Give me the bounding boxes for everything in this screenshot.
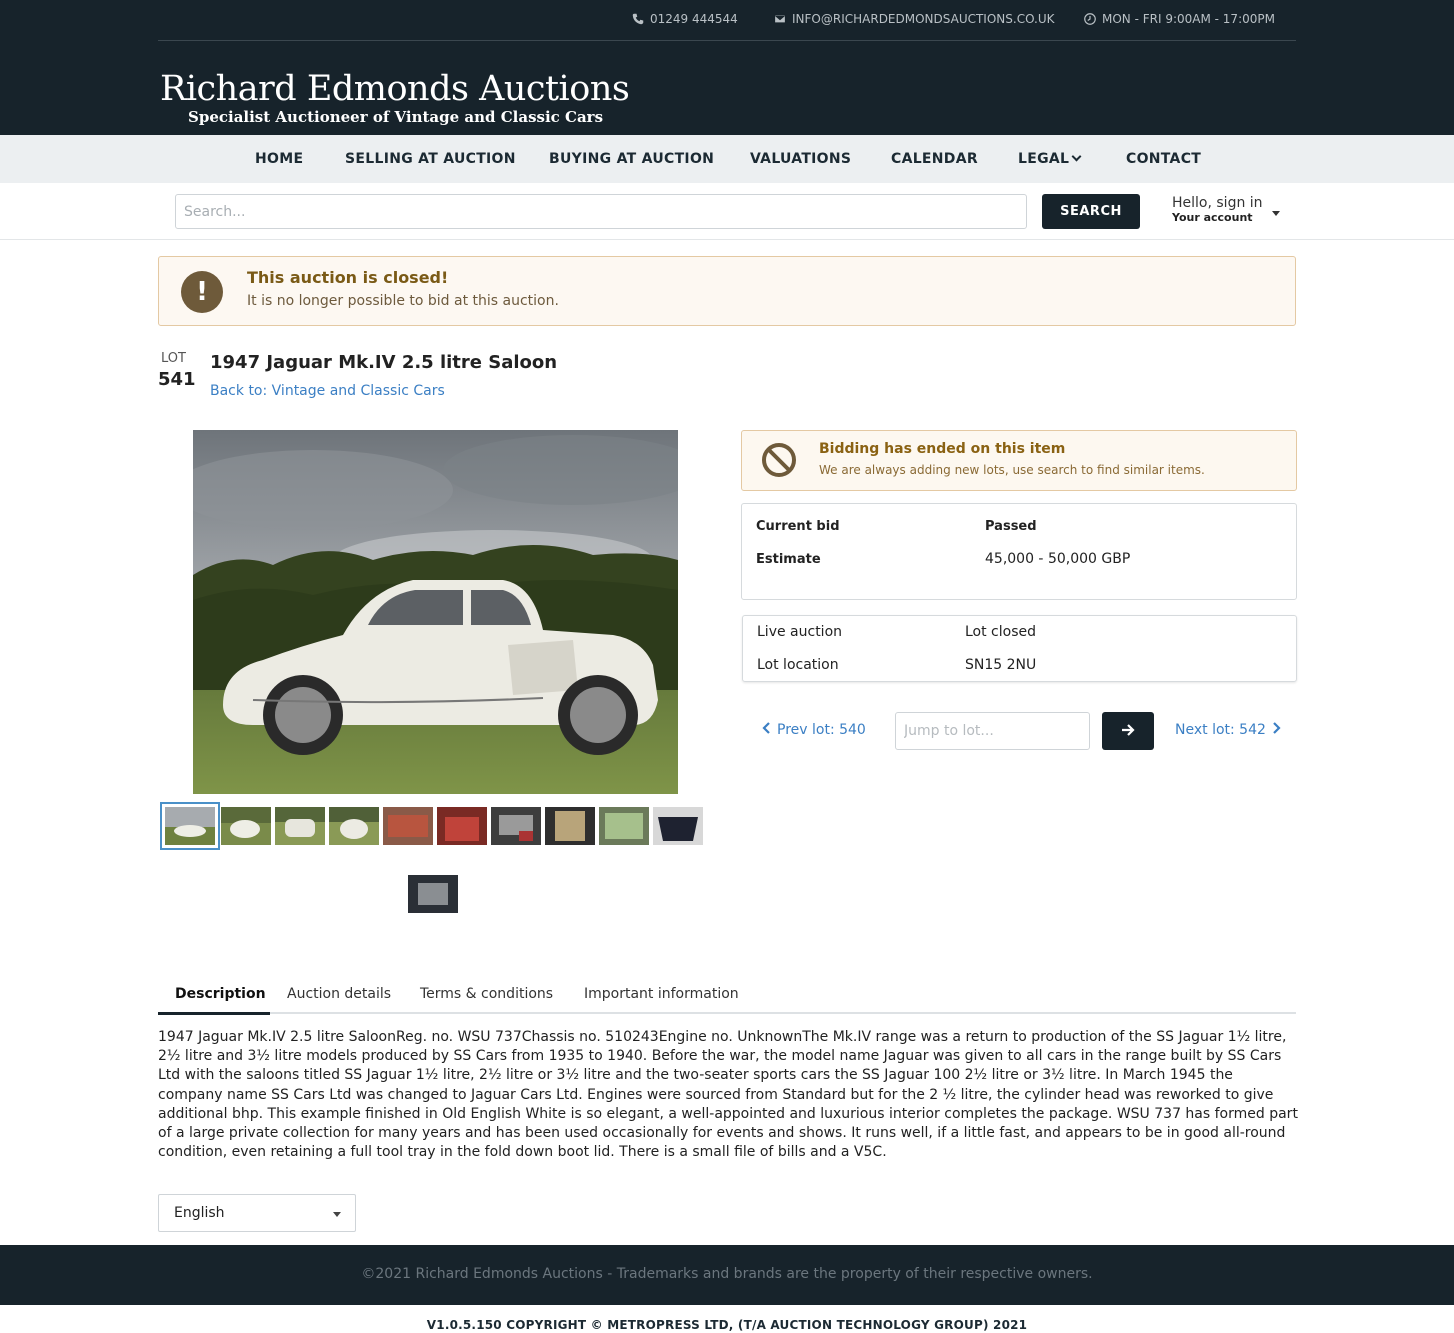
- search-input[interactable]: [175, 194, 1027, 229]
- thumbnail-image: [275, 807, 325, 845]
- thumbnail-8[interactable]: [545, 807, 595, 845]
- thumbnail-11[interactable]: [408, 875, 458, 913]
- email-address: INFO@RICHARDEDMONDSAUCTIONS.CO.UK: [792, 12, 1055, 26]
- site-header: 01249 444544 INFO@RICHARDEDMONDSAUCTIONS…: [0, 0, 1454, 135]
- chevron-right-icon: [1273, 722, 1281, 734]
- caret-down-icon: [333, 1212, 341, 1217]
- copyright-text: V1.0.5.150 COPYRIGHT © METROPRESS LTD, (…: [426, 1318, 1028, 1332]
- thumbnail-image: [221, 807, 271, 845]
- account-caret-icon[interactable]: [1272, 211, 1280, 216]
- estimate-value: 45,000 - 50,000 GBP: [985, 551, 1131, 567]
- search-bar: SEARCH Hello, sign in Your account: [0, 183, 1454, 240]
- thumbnail-image: [437, 807, 487, 845]
- chevron-left-icon: [762, 722, 770, 734]
- search-button[interactable]: SEARCH: [1042, 194, 1140, 229]
- nav-valuations[interactable]: VALUATIONS: [750, 151, 851, 167]
- thumbnail-image: [491, 807, 541, 845]
- phone-contact[interactable]: 01249 444544: [632, 12, 738, 26]
- jump-to-lot-input[interactable]: [895, 712, 1090, 750]
- nav-home[interactable]: HOME: [255, 151, 303, 167]
- jump-to-lot-button[interactable]: [1102, 712, 1154, 750]
- next-lot-link[interactable]: Next lot: 542: [1175, 722, 1281, 738]
- alert-text: It is no longer possible to bid at this …: [247, 293, 559, 309]
- language-value: English: [174, 1205, 225, 1221]
- lot-title: 1947 Jaguar Mk.IV 2.5 litre Saloon: [210, 352, 558, 373]
- account-menu[interactable]: Hello, sign in Your account: [1172, 195, 1292, 224]
- next-lot-label: Next lot: 542: [1175, 722, 1266, 738]
- lot-location-label: Lot location: [757, 657, 839, 673]
- tab-important-information[interactable]: Important information: [584, 986, 739, 1002]
- live-auction-label: Live auction: [757, 624, 843, 640]
- thumbnail-image: [165, 807, 215, 845]
- live-auction-value: Lot closed: [965, 624, 1037, 640]
- nav-buying-at-auction[interactable]: BUYING AT AUCTION: [549, 151, 714, 167]
- language-select[interactable]: English: [158, 1194, 356, 1232]
- thumbnail-image: [383, 807, 433, 845]
- logo-title: Richard Edmonds Auctions: [160, 69, 630, 109]
- thumbnail-image: [329, 807, 379, 845]
- thumbnail-image: [599, 807, 649, 845]
- prev-lot-link[interactable]: Prev lot: 540: [762, 722, 866, 738]
- site-logo[interactable]: Richard Edmonds Auctions Specialist Auct…: [160, 69, 630, 126]
- phone-icon: [632, 13, 644, 25]
- lot-info: Live auction Lot closed Lot location SN1…: [742, 615, 1297, 682]
- arrow-right-icon: [1122, 723, 1135, 736]
- nav-legal[interactable]: LEGAL: [1018, 151, 1082, 167]
- lot-label: LOT: [161, 351, 186, 366]
- current-bid-label: Current bid: [756, 519, 840, 534]
- thumbnail-image: [408, 875, 458, 913]
- hours-text: MON - FRI 9:00AM - 17:00PM: [1102, 12, 1275, 26]
- nav-contact[interactable]: CONTACT: [1126, 151, 1201, 167]
- email-contact[interactable]: INFO@RICHARDEDMONDSAUCTIONS.CO.UK: [774, 12, 1055, 26]
- thumbnail-4[interactable]: [329, 807, 379, 845]
- alert-title: This auction is closed!: [247, 268, 449, 287]
- thumbnail-5[interactable]: [383, 807, 433, 845]
- opening-hours: MON - FRI 9:00AM - 17:00PM: [1084, 12, 1275, 26]
- thumbnail-9[interactable]: [599, 807, 649, 845]
- lot-number: 541: [158, 369, 196, 390]
- back-to-auction-link[interactable]: Back to: Vintage and Classic Cars: [210, 383, 445, 399]
- clock-icon: [1084, 13, 1096, 25]
- thumbnail-7[interactable]: [491, 807, 541, 845]
- exclamation-icon: !: [181, 271, 223, 313]
- ban-icon: [762, 443, 796, 477]
- contact-bar: 01249 444544 INFO@RICHARDEDMONDSAUCTIONS…: [158, 0, 1296, 41]
- envelope-icon: [774, 14, 786, 24]
- site-footer: ©2021 Richard Edmonds Auctions - Tradema…: [0, 1245, 1454, 1305]
- ended-text: We are always adding new lots, use searc…: [819, 463, 1205, 477]
- main-nav: HOME SELLING AT AUCTION BUYING AT AUCTIO…: [0, 135, 1454, 183]
- nav-legal-label: LEGAL: [1018, 151, 1070, 167]
- thumbnail-2[interactable]: [221, 807, 271, 845]
- thumbnail-image: [545, 807, 595, 845]
- tab-terms-conditions[interactable]: Terms & conditions: [420, 986, 553, 1002]
- current-bid-value: Passed: [985, 519, 1037, 534]
- estimate-label: Estimate: [756, 552, 821, 567]
- bid-summary: Current bid Passed Estimate 45,000 - 50,…: [741, 503, 1297, 600]
- image-thumbnails: [160, 800, 709, 920]
- footer-text: ©2021 Richard Edmonds Auctions - Tradema…: [361, 1266, 1093, 1282]
- logo-subtitle: Specialist Auctioneer of Vintage and Cla…: [188, 108, 604, 126]
- thumbnail-3[interactable]: [275, 807, 325, 845]
- tab-auction-details[interactable]: Auction details: [287, 986, 391, 1002]
- chevron-down-icon: [1071, 151, 1082, 162]
- thumbnail-1[interactable]: [160, 802, 220, 850]
- prev-lot-label: Prev lot: 540: [777, 722, 866, 738]
- bidding-ended-notice: Bidding has ended on this item We are al…: [741, 430, 1297, 491]
- lot-description: 1947 Jaguar Mk.IV 2.5 litre SaloonReg. n…: [158, 1029, 1298, 1161]
- auction-closed-alert: ! This auction is closed! It is no longe…: [158, 256, 1296, 326]
- nav-selling-at-auction[interactable]: SELLING AT AUCTION: [345, 151, 516, 167]
- thumbnail-10[interactable]: [653, 807, 703, 845]
- active-tab-indicator: [158, 1012, 270, 1015]
- main-lot-image[interactable]: [193, 430, 678, 794]
- lot-location-value: SN15 2NU: [965, 657, 1037, 673]
- car-photo: [193, 430, 678, 794]
- ended-title: Bidding has ended on this item: [819, 441, 1066, 457]
- account-greeting: Hello, sign in: [1172, 195, 1263, 211]
- lot-tabs: Description Auction details Terms & cond…: [158, 977, 1296, 1015]
- tab-description[interactable]: Description: [175, 986, 266, 1002]
- nav-calendar[interactable]: CALENDAR: [891, 151, 978, 167]
- thumbnail-6[interactable]: [437, 807, 487, 845]
- thumbnail-image: [653, 807, 703, 845]
- phone-number: 01249 444544: [650, 12, 738, 26]
